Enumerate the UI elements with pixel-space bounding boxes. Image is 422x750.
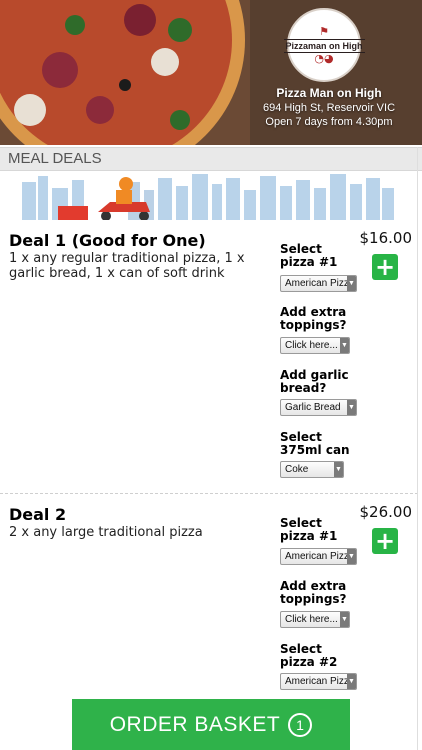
triangle-down-icon: ▼ [340, 612, 349, 627]
triangle-down-icon: ▼ [347, 674, 356, 689]
option-label: Select pizza #2 [280, 642, 338, 669]
basket-count-badge: 1 [288, 712, 313, 737]
select-value: American Pizza [285, 676, 347, 687]
order-basket-button[interactable]: ORDER BASKET 1 [72, 699, 350, 750]
pizza-1-select[interactable]: American Pizza ▼ [280, 548, 357, 565]
triangle-down-icon: ▼ [347, 549, 356, 564]
order-basket-label: ORDER BASKET [109, 712, 281, 736]
deal-price: $26.00 [359, 503, 413, 521]
pizza-2-select[interactable]: American Pizza ▼ [280, 673, 357, 690]
deal-description: 2 x any large traditional pizza [9, 525, 203, 540]
extra-toppings-select[interactable]: Click here... ▼ [280, 611, 350, 628]
add-to-basket-button[interactable]: + [372, 528, 398, 554]
deal-card: Deal 2 2 x any large traditional pizza $… [0, 0, 418, 750]
select-value: American Pizza [285, 551, 347, 562]
option-label: Select pizza #1 [280, 516, 338, 543]
option-label: Add extra toppings? [280, 579, 347, 606]
select-value: Click here... [285, 614, 338, 625]
deal-title: Deal 2 [9, 505, 67, 524]
content-edge [417, 147, 418, 750]
plus-icon: + [374, 527, 396, 555]
